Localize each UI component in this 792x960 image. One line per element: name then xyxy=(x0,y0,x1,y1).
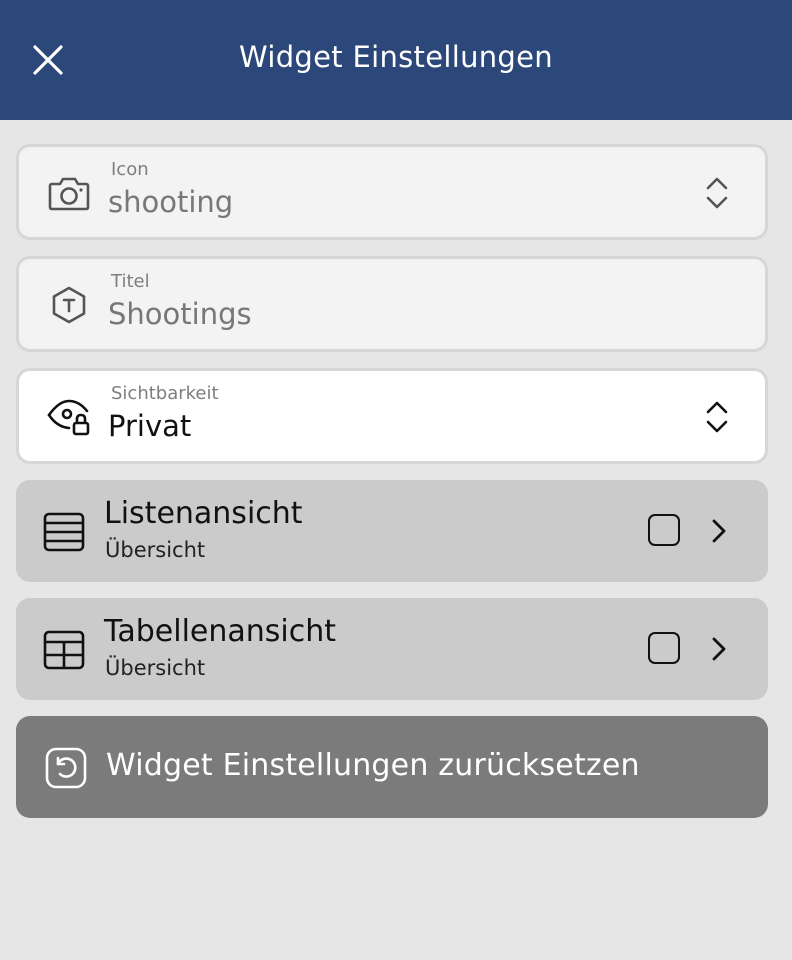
icon-field-label: Icon xyxy=(111,159,149,180)
reset-button-label: Widget Einstellungen zurücksetzen xyxy=(106,748,640,783)
chevron-up-down-icon xyxy=(703,173,731,213)
chevron-right-icon[interactable] xyxy=(706,634,732,664)
table-view-icon xyxy=(42,628,86,672)
title-hexagon-icon xyxy=(47,285,91,325)
title-field-value: Shootings xyxy=(108,297,252,331)
eye-lock-icon xyxy=(47,397,91,437)
list-view-icon xyxy=(42,510,86,554)
icon-select-field[interactable]: Icon shooting xyxy=(16,144,768,240)
reset-icon xyxy=(44,746,88,790)
visibility-field-label: Sichtbarkeit xyxy=(111,383,219,404)
page-title: Widget Einstellungen xyxy=(239,40,553,74)
visibility-field-value: Privat xyxy=(108,409,192,443)
visibility-select-field[interactable]: Sichtbarkeit Privat xyxy=(16,368,768,464)
title-field-label: Titel xyxy=(111,271,150,292)
list-view-checkbox[interactable] xyxy=(648,514,680,546)
list-view-row[interactable]: Listenansicht Übersicht xyxy=(16,480,768,582)
header-bar: Widget Einstellungen xyxy=(0,0,792,120)
table-view-checkbox[interactable] xyxy=(648,632,680,664)
camera-icon xyxy=(47,173,91,213)
chevron-right-icon[interactable] xyxy=(706,516,732,546)
table-view-title: Tabellenansicht xyxy=(104,614,337,649)
icon-field-value: shooting xyxy=(108,185,234,219)
list-view-title: Listenansicht xyxy=(104,496,303,531)
table-view-row[interactable]: Tabellenansicht Übersicht xyxy=(16,598,768,700)
table-view-subtitle: Übersicht xyxy=(105,656,206,680)
title-field[interactable]: Titel Shootings xyxy=(16,256,768,352)
list-view-subtitle: Übersicht xyxy=(105,538,206,562)
reset-widget-settings-button[interactable]: Widget Einstellungen zurücksetzen xyxy=(16,716,768,818)
chevron-up-down-icon xyxy=(703,397,731,437)
